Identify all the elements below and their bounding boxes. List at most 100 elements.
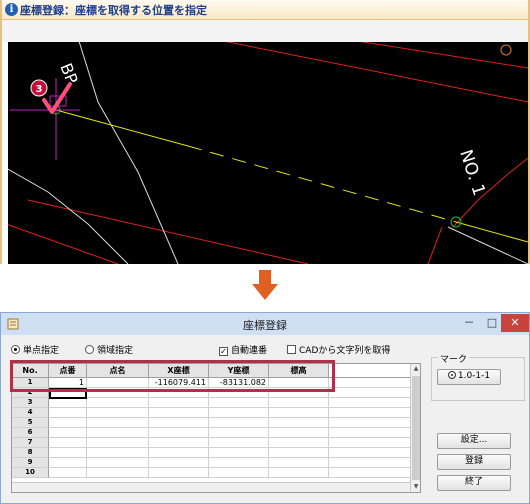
table-row[interactable]: 9 (12, 458, 410, 468)
table-cell[interactable] (149, 468, 209, 478)
table-row[interactable]: 4 (12, 408, 410, 418)
target-icon (447, 371, 456, 379)
minimize-button[interactable]: － (457, 314, 481, 332)
table-cell[interactable] (49, 438, 87, 448)
table-cell[interactable] (209, 418, 269, 428)
centerline-solid (455, 221, 528, 243)
checkbox-unchecked-icon (287, 345, 296, 354)
table-cell[interactable] (149, 438, 209, 448)
table-cell[interactable] (269, 408, 329, 418)
vertical-scrollbar[interactable]: ▲ ▼ (410, 364, 420, 492)
table-cell[interactable] (149, 418, 209, 428)
table-cell[interactable] (87, 448, 149, 458)
table-cell[interactable] (329, 468, 410, 478)
table-cell[interactable] (329, 428, 410, 438)
boundary-line (427, 226, 443, 264)
cad-drawing[interactable]: BP NO. 1 3 (8, 42, 528, 264)
table-cell[interactable] (149, 408, 209, 418)
table-cell[interactable] (87, 438, 149, 448)
table-row[interactable]: 10 (12, 468, 410, 478)
coordinate-registration-dialog: 座標登録 － □ ✕ 単点指定 領域指定 ✓ 自動連番 CADから文字列を取得 N… (0, 312, 530, 504)
checkbox-cad-text[interactable]: CADから文字列を取得 (287, 343, 390, 356)
table-cell[interactable] (209, 408, 269, 418)
table-cell[interactable] (329, 398, 410, 408)
checkbox-auto-number-label: 自動連番 (231, 346, 268, 356)
table-cell[interactable] (329, 388, 410, 398)
table-cell[interactable] (329, 438, 410, 448)
cad-canvas[interactable]: BP NO. 1 3 (8, 42, 528, 264)
scroll-thumb[interactable] (412, 376, 420, 480)
scroll-down-icon[interactable]: ▼ (411, 482, 420, 492)
radio-single-point[interactable]: 単点指定 (11, 343, 59, 356)
station-label: NO. 1 (455, 147, 489, 198)
radio-unchecked-icon (85, 345, 94, 354)
table-cell[interactable] (87, 428, 149, 438)
table-cell[interactable] (87, 418, 149, 428)
table-cell[interactable] (269, 448, 329, 458)
info-icon: i (5, 3, 18, 16)
table-cell[interactable] (49, 458, 87, 468)
table-cell[interactable] (209, 448, 269, 458)
row-number-cell: 10 (12, 468, 49, 478)
table-cell[interactable] (269, 438, 329, 448)
table-cell[interactable] (269, 458, 329, 468)
table-cell[interactable] (269, 398, 329, 408)
cad-toolbar-strip (2, 20, 528, 42)
table-cell[interactable] (149, 398, 209, 408)
table-cell[interactable] (329, 408, 410, 418)
checkbox-checked-icon: ✓ (219, 347, 228, 356)
title-bar[interactable]: 座標登録 － □ ✕ (1, 313, 529, 335)
table-cell[interactable] (49, 468, 87, 478)
table-cell[interactable] (87, 408, 149, 418)
table-cell[interactable] (49, 408, 87, 418)
row-number-cell: 7 (12, 438, 49, 448)
road-edge-line (447, 226, 528, 264)
horizontal-scrollbar[interactable] (12, 482, 410, 492)
table-cell[interactable] (49, 428, 87, 438)
table-cell[interactable] (269, 468, 329, 478)
register-button[interactable]: 登録 (437, 454, 511, 470)
row-number-cell: 8 (12, 448, 49, 458)
row-number-cell: 5 (12, 418, 49, 428)
table-cell[interactable] (329, 458, 410, 468)
table-cell[interactable] (209, 458, 269, 468)
table-row[interactable]: 8 (12, 448, 410, 458)
row-number-cell: 4 (12, 408, 49, 418)
table-cell[interactable] (149, 428, 209, 438)
table-cell[interactable] (149, 448, 209, 458)
settings-button[interactable]: 設定... (437, 433, 511, 449)
row-number-cell: 9 (12, 458, 49, 468)
table-cell[interactable] (209, 438, 269, 448)
road-edge-line (78, 42, 179, 264)
table-cell[interactable] (149, 458, 209, 468)
table-cell[interactable] (209, 468, 269, 478)
table-cell[interactable] (49, 418, 87, 428)
table-row[interactable]: 5 (12, 418, 410, 428)
table-cell[interactable] (87, 398, 149, 408)
table-cell[interactable] (269, 418, 329, 428)
boundary-line (360, 42, 528, 69)
checkbox-auto-number[interactable]: ✓ 自動連番 (219, 343, 268, 356)
down-arrow-icon (252, 270, 278, 300)
column-header-blank (329, 364, 410, 378)
table-cell[interactable] (87, 458, 149, 468)
table-cell[interactable] (87, 468, 149, 478)
close-button[interactable]: ✕ (501, 314, 529, 332)
table-cell[interactable] (329, 448, 410, 458)
end-button[interactable]: 終了 (437, 475, 511, 491)
maximize-button[interactable]: □ (481, 314, 503, 332)
table-row[interactable]: 3 (12, 398, 410, 408)
table-cell[interactable] (329, 378, 410, 388)
table-cell[interactable] (49, 448, 87, 458)
table-cell[interactable] (329, 418, 410, 428)
table-cell[interactable] (49, 398, 87, 408)
table-row[interactable]: 6 (12, 428, 410, 438)
mark-legend: マーク (438, 352, 470, 365)
scroll-up-icon[interactable]: ▲ (411, 364, 420, 374)
table-cell[interactable] (209, 428, 269, 438)
mark-select-button[interactable]: 1.0-1-1 (437, 369, 501, 385)
table-cell[interactable] (209, 398, 269, 408)
table-cell[interactable] (269, 428, 329, 438)
radio-area[interactable]: 領域指定 (85, 343, 133, 356)
table-row[interactable]: 7 (12, 438, 410, 448)
